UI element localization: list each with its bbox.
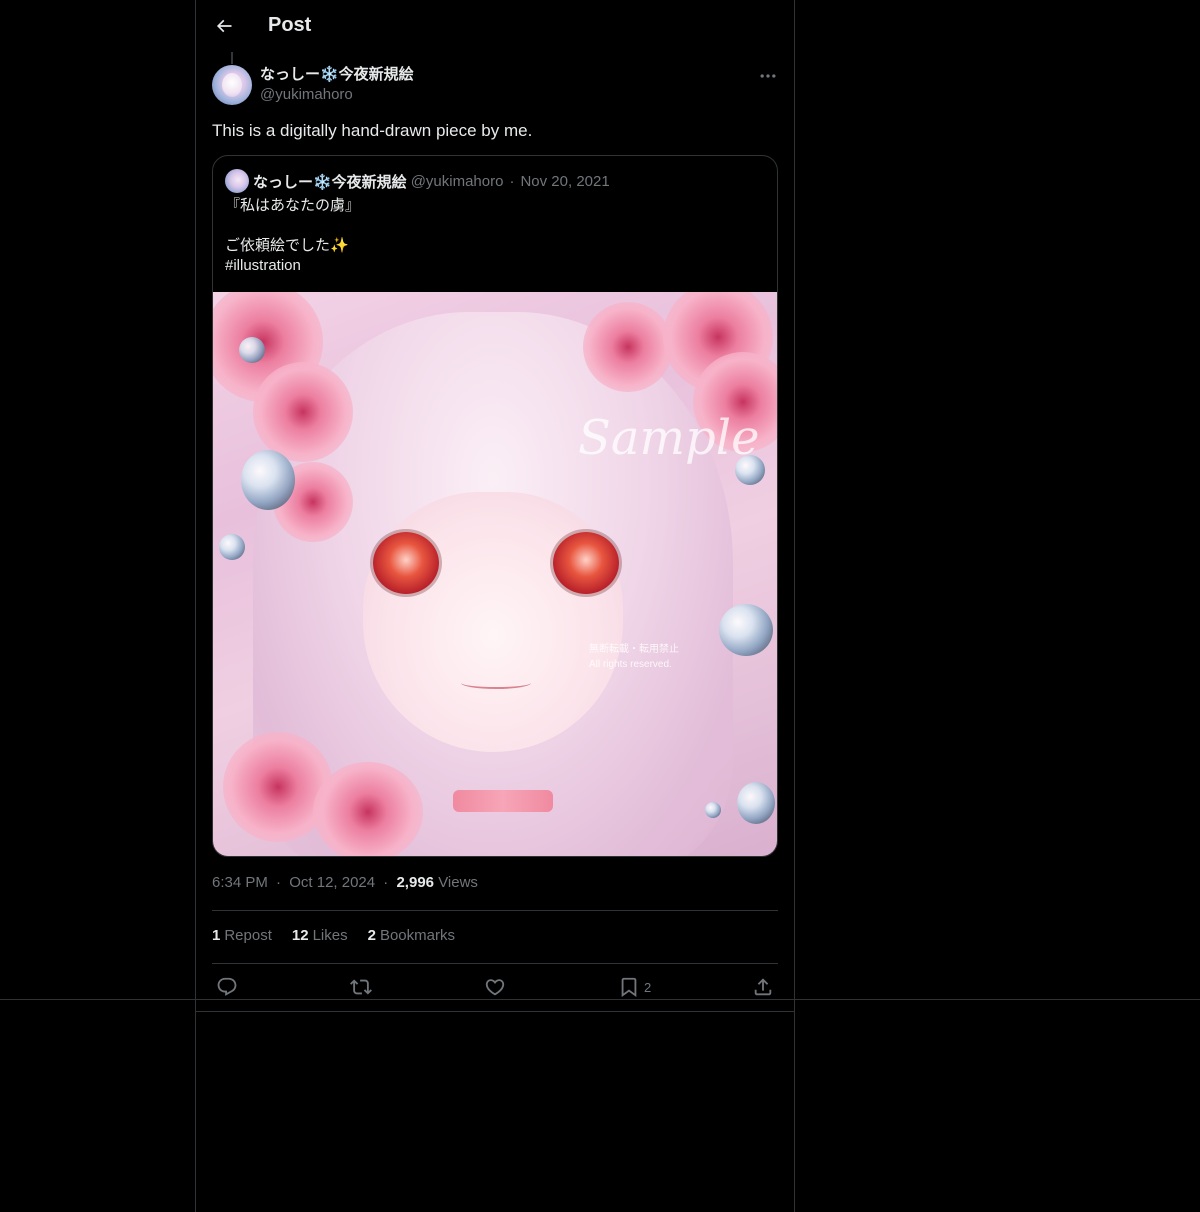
bookmarks-label: Bookmarks xyxy=(379,927,455,944)
thread-line xyxy=(231,52,233,64)
artwork-note-line: 無断転載・転用禁止 xyxy=(589,644,679,655)
artwork-face xyxy=(363,492,623,752)
repost-icon xyxy=(350,979,372,995)
post-time[interactable]: 6:34 PM xyxy=(212,874,268,891)
artwork-eye xyxy=(553,532,619,594)
likes-count: 12 xyxy=(291,927,309,944)
action-bar: 2 xyxy=(212,975,778,999)
post-author: なっしー❄️今夜新規絵 @yukimahoro xyxy=(260,65,414,105)
separator-dot: · xyxy=(509,172,515,190)
quoted-text-line: 『私はあなたの虜』 xyxy=(225,197,361,214)
views-label: Views xyxy=(438,874,478,891)
author-handle[interactable]: @yukimahoro xyxy=(260,85,414,105)
bookmarks-count: 2 xyxy=(367,927,376,944)
heart-icon xyxy=(485,979,505,996)
back-button[interactable] xyxy=(208,10,240,42)
quoted-post-date: Nov 20, 2021 xyxy=(520,172,610,190)
bookmark-icon xyxy=(621,977,637,998)
post-meta: 6:34 PM · Oct 12, 2024 · 2,996 Views xyxy=(212,874,478,891)
water-drop xyxy=(219,534,245,560)
quoted-text-line: ご依頼絵でした✨ xyxy=(225,237,349,254)
water-drop xyxy=(737,782,775,824)
quoted-text-line[interactable]: #illustration xyxy=(225,256,765,276)
divider xyxy=(212,963,778,964)
post-stats: 1 Repost 12 Likes 2 Bookmarks xyxy=(212,927,455,944)
page-title: Post xyxy=(268,14,312,36)
reposts-count: 1 xyxy=(212,927,221,944)
share-icon xyxy=(754,978,772,996)
divider xyxy=(195,1011,795,1012)
artwork-watermark: Sample xyxy=(578,410,760,466)
post-date[interactable]: Oct 12, 2024 xyxy=(289,874,375,891)
reposts-stat[interactable]: 1 Repost xyxy=(212,927,272,944)
reply-icon xyxy=(217,977,237,996)
more-icon xyxy=(760,74,776,78)
quoted-text-line xyxy=(225,216,765,236)
bookmarks-stat[interactable]: 2 Bookmarks xyxy=(368,927,455,944)
quoted-author-handle: @yukimahoro xyxy=(410,172,504,190)
quoted-post-header: なっしー❄️今夜新規絵 @yukimahoro · Nov 20, 2021 xyxy=(225,169,610,193)
quoted-author-name: なっしー❄️今夜新規絵 xyxy=(253,173,407,191)
artwork-note-line: All rights reserved. xyxy=(589,659,672,670)
reply-button[interactable] xyxy=(216,975,238,999)
blossom xyxy=(253,362,353,462)
artwork-note: 無断転載・転用禁止 All rights reserved. xyxy=(589,642,679,672)
artwork-mouth xyxy=(461,677,531,689)
water-drop xyxy=(719,604,773,656)
artwork-eye xyxy=(373,532,439,594)
artwork-choker xyxy=(453,790,553,812)
water-drop xyxy=(239,337,265,363)
more-options-button[interactable] xyxy=(756,64,780,88)
reposts-label: Repost xyxy=(224,927,272,944)
water-drop xyxy=(705,802,721,818)
author-name[interactable]: なっしー❄️今夜新規絵 xyxy=(260,65,414,85)
avatar[interactable] xyxy=(212,65,252,105)
top-bar: Post xyxy=(196,0,794,53)
water-drop xyxy=(241,450,295,510)
bookmark-count: 2 xyxy=(644,979,652,995)
repost-button[interactable] xyxy=(350,975,372,999)
divider xyxy=(212,910,778,911)
blossom xyxy=(313,762,423,856)
quoted-post-text: 『私はあなたの虜』 ご依頼絵でした✨ #illustration xyxy=(225,196,765,276)
blossom xyxy=(583,302,673,392)
divider xyxy=(0,999,1200,1000)
quoted-post-image[interactable]: Sample 無断転載・転用禁止 All rights reserved. xyxy=(213,292,777,856)
likes-label: Likes xyxy=(312,927,348,944)
quoted-avatar xyxy=(225,169,249,193)
bookmark-button[interactable]: 2 xyxy=(618,975,651,999)
like-button[interactable] xyxy=(484,975,506,999)
separator-dot: · xyxy=(383,874,389,891)
post-text: This is a digitally hand-drawn piece by … xyxy=(212,121,533,140)
likes-stat[interactable]: 12 Likes xyxy=(292,927,348,944)
quoted-post[interactable]: なっしー❄️今夜新規絵 @yukimahoro · Nov 20, 2021 『… xyxy=(212,155,778,857)
views-count: 2,996 xyxy=(396,874,435,891)
share-button[interactable] xyxy=(752,975,774,999)
separator-dot: · xyxy=(276,874,282,891)
arrow-left-icon xyxy=(216,19,232,33)
